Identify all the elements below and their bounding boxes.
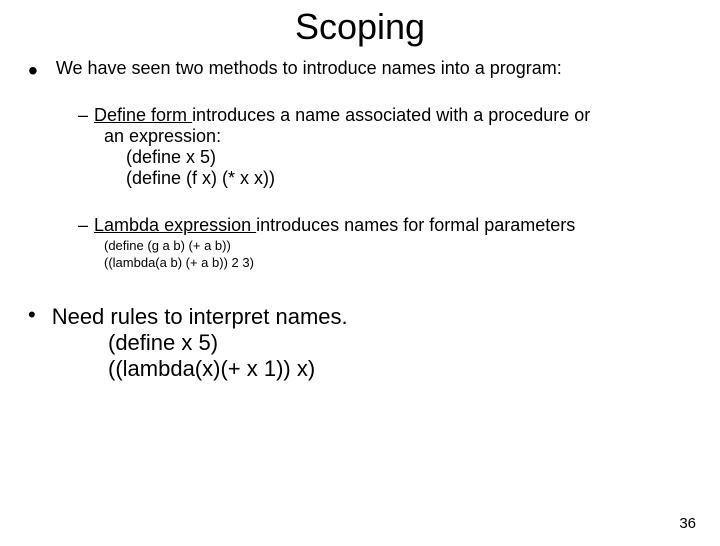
sub-define-rest: introduces a name associated with a proc…: [192, 105, 590, 125]
need-rules-code1: (define x 5): [108, 330, 720, 356]
sub-lambda-small1: (define (g a b) (+ a b)): [104, 238, 680, 253]
sub-define-code1: (define x 5): [126, 147, 680, 168]
bullet-need-rules-text: Need rules to interpret names.: [52, 304, 348, 330]
sub-define-line2: an expression:: [104, 126, 680, 147]
sub-define-form: – Define form introduces a name associat…: [78, 105, 680, 189]
sub-lambda-lead: Lambda expression: [94, 215, 256, 235]
sub-lambda-line1: Lambda expression introduces names for f…: [94, 215, 575, 236]
sub-define-line1: Define form introduces a name associated…: [94, 105, 590, 126]
sub-lambda-rest: introduces names for formal parameters: [256, 215, 575, 235]
bullet-intro: • We have seen two methods to introduce …: [28, 58, 680, 79]
slide-title: Scoping: [0, 6, 720, 48]
bullet-dot-icon: •: [28, 304, 36, 326]
need-rules-code2: ((lambda(x)(+ x 1)) x): [108, 356, 720, 382]
bullet-dot-icon: •: [28, 62, 38, 80]
sub-lambda: – Lambda expression introduces names for…: [78, 215, 680, 270]
sub-define-lead: Define form: [94, 105, 192, 125]
sub-define-code2: (define (f x) (* x x)): [126, 168, 680, 189]
dash-icon: –: [78, 215, 88, 236]
sub-lambda-small2: ((lambda(a b) (+ a b)) 2 3): [104, 255, 680, 270]
bullet-need-rules: • Need rules to interpret names.: [28, 304, 680, 330]
page-number: 36: [679, 515, 696, 532]
bullet-intro-text: We have seen two methods to introduce na…: [56, 58, 680, 79]
dash-icon: –: [78, 105, 88, 126]
